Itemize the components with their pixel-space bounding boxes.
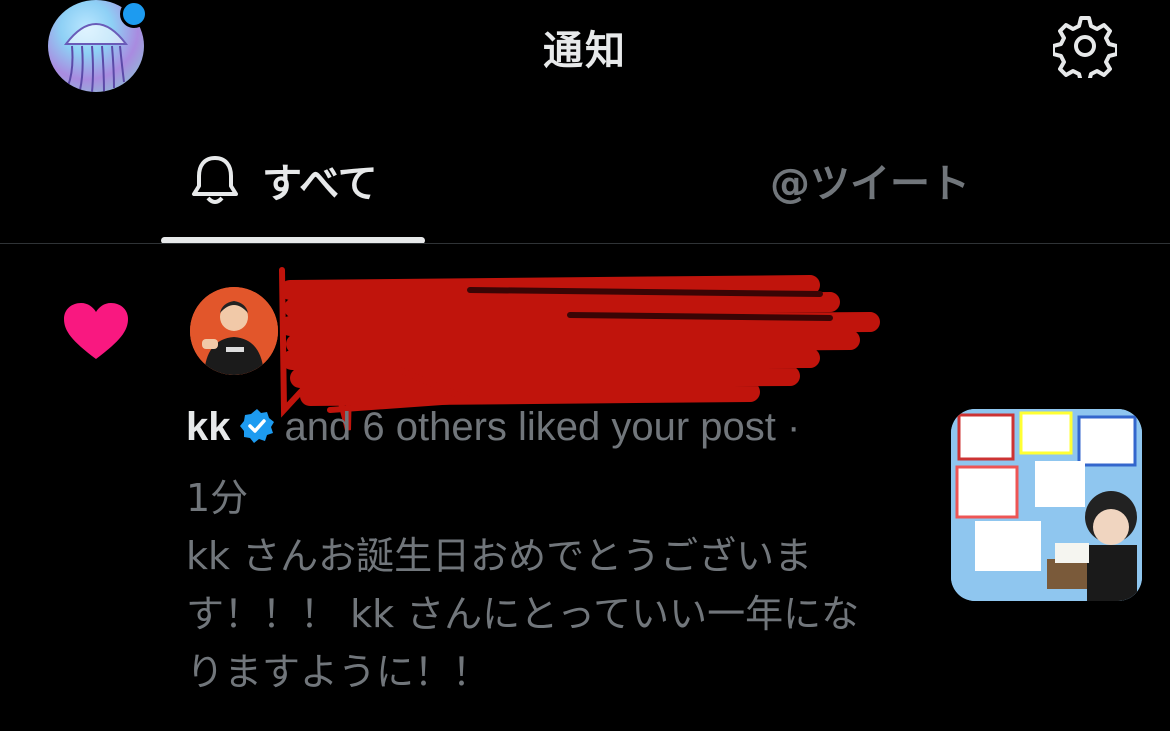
tab-all-label: すべて — [262, 161, 378, 207]
tab-mentions-label: @ツイート — [770, 161, 970, 207]
tab-mentions[interactable]: @ツイート — [770, 150, 970, 210]
liker-avatar[interactable] — [190, 287, 278, 375]
heart-icon — [64, 303, 128, 359]
post-text: kk さんお誕生日おめでとうございます！！！ kk さんにとっていい一年になりま… — [186, 534, 860, 694]
timestamp: 1分 — [186, 476, 249, 520]
action-text: and 6 others liked your post · — [284, 405, 801, 449]
tabs-divider — [0, 243, 1170, 244]
verified-badge-icon — [239, 409, 274, 443]
post-image — [951, 409, 1142, 601]
notification-summary: kk and 6 others liked your post · — [186, 405, 800, 450]
notification-tabs: すべて @ツイート — [0, 130, 1170, 244]
top-header: 通知 — [0, 0, 1170, 100]
post-thumbnail[interactable] — [951, 409, 1142, 601]
liker-name[interactable]: kk — [186, 405, 231, 449]
gear-icon[interactable] — [1053, 14, 1117, 78]
page-title: 通知 — [543, 28, 627, 74]
bell-icon — [192, 156, 238, 204]
person-avatar-icon — [190, 287, 278, 375]
notification-item[interactable]: kk and 6 others liked your post · 1分 kk さ… — [0, 245, 1170, 731]
tab-all[interactable]: すべて — [190, 150, 378, 210]
